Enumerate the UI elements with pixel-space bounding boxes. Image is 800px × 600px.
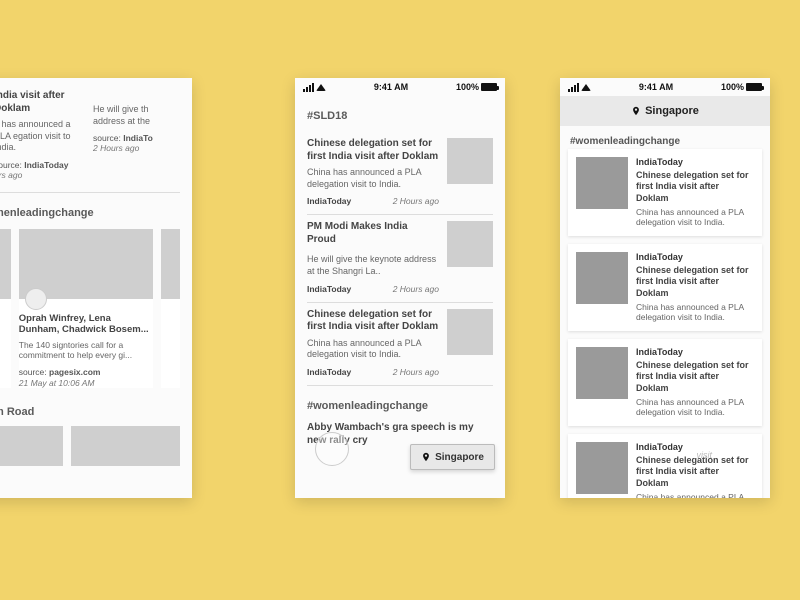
article-thumbnail	[576, 347, 628, 399]
list-item[interactable]: IndiaToday Chinese delegation set for fi…	[568, 434, 762, 498]
article-thumbnail	[447, 309, 493, 355]
article-source: IndiaToday	[307, 196, 351, 206]
cards-row: ation ry raged es.. Oprah Winfrey, Lena …	[0, 229, 180, 388]
article-title: Chinese delegation set for first India v…	[636, 455, 754, 489]
section-hashtag[interactable]: m Road	[0, 406, 180, 418]
article-time: 2 Hours ago	[393, 284, 439, 294]
article-title: India visit after Doklam	[0, 90, 81, 115]
card-title: Oprah Winfrey, Lena Dunham, Chadwick Bos…	[19, 313, 153, 336]
article-source: IndiaToday	[307, 367, 351, 377]
thumbnail[interactable]	[0, 426, 63, 466]
list-item[interactable]: IndiaToday Chinese delegation set for fi…	[568, 339, 762, 426]
article-thumbnail	[447, 138, 493, 184]
card-title: ation ry	[0, 313, 11, 324]
card-snippet: The 140 signtories call for a commitment…	[19, 340, 153, 361]
article-thumbnail	[576, 442, 628, 494]
battery-percent: 100%	[456, 82, 479, 92]
article-title: Chinese delegation set for first India v…	[307, 309, 439, 334]
location-header[interactable]: Singapore	[560, 96, 770, 126]
story-card[interactable]	[161, 229, 180, 388]
article-snippet: China has announced a PLA delegation vis…	[636, 397, 754, 418]
article-source: IndiaToday	[636, 442, 754, 452]
article-title: Chinese delegation set for first India v…	[636, 360, 754, 394]
status-bar: 9:41 AM 100%	[295, 78, 505, 96]
top-article-pair: India visit after Doklam a has announced…	[0, 84, 180, 188]
battery-icon	[746, 83, 762, 91]
signal-icon	[568, 83, 579, 92]
signal-icon	[303, 83, 314, 92]
article-thumbnail	[576, 157, 628, 209]
touch-indicator	[315, 432, 349, 466]
list-item[interactable]: IndiaToday Chinese delegation set for fi…	[568, 149, 762, 236]
section-hashtag[interactable]: #womenleadingchange	[307, 400, 493, 412]
article-title	[93, 90, 180, 100]
article-source: IndiaToday	[307, 284, 351, 294]
mockup-phone-3: 9:41 AM 100% Singapore #womenleadingchan…	[560, 78, 770, 498]
battery-percent: 100%	[721, 82, 744, 92]
article-thumbnail	[447, 221, 493, 267]
wifi-icon	[581, 84, 591, 91]
article-snippet: a has announced a PLA egation visit to I…	[0, 119, 81, 154]
article-title: Chinese delegation set for first India v…	[636, 265, 754, 299]
status-time: 9:41 AM	[374, 82, 408, 92]
article-title: PM Modi Makes India Proud	[307, 221, 439, 246]
battery-icon	[481, 83, 497, 91]
article-time: urs ago	[0, 170, 81, 180]
article-time: 2 Hours ago	[393, 196, 439, 206]
location-chip[interactable]: Singapore	[410, 444, 495, 470]
card-date: 21 May at 10:06 AM	[19, 378, 153, 388]
location-pin-icon	[421, 451, 431, 463]
article-source: IndiaToday	[636, 347, 754, 357]
list-item[interactable]: IndiaToday Chinese delegation set for fi…	[568, 244, 762, 331]
article-title: Chinese delegation set for first India v…	[307, 138, 439, 163]
image-row	[0, 426, 180, 466]
section-hashtag[interactable]: #womenleadingchange	[570, 136, 762, 147]
location-pin-icon	[631, 105, 641, 117]
ghost-label: visit	[697, 450, 713, 460]
article-right[interactable]: He will give th address at the source: I…	[93, 90, 180, 180]
story-card[interactable]: Oprah Winfrey, Lena Dunham, Chadwick Bos…	[19, 229, 153, 388]
article-row[interactable]: PM Modi Makes India Proud He will give t…	[307, 215, 493, 302]
status-bar: 9:41 AM 100%	[560, 78, 770, 96]
article-thumbnail	[576, 252, 628, 304]
card-source: source: pagesix.com	[19, 367, 153, 377]
article-source: IndiaToday	[636, 252, 754, 262]
location-label: Singapore	[435, 452, 484, 463]
card-snippet: raged es..	[0, 328, 11, 339]
article-left[interactable]: India visit after Doklam a has announced…	[0, 90, 81, 180]
article-snippet: China has announced a PLA delegation vis…	[307, 167, 439, 190]
article-snippet: China has announced a PLA delegation vis…	[307, 338, 439, 361]
mockup-phone-1: India visit after Doklam a has announced…	[0, 78, 192, 498]
article-title: Chinese delegation set for first India v…	[636, 170, 754, 204]
thumbnail[interactable]	[71, 426, 180, 466]
story-card[interactable]: ation ry raged es..	[0, 229, 11, 388]
section-hashtag[interactable]: menleadingchange	[0, 207, 180, 219]
mockup-phone-2: 9:41 AM 100% #SLD18 Chinese delegation s…	[295, 78, 505, 498]
article-time: 2 Hours ago	[93, 143, 180, 153]
article-snippet: China has announced a PLA delegation vis…	[636, 302, 754, 323]
location-label: Singapore	[645, 105, 699, 117]
article-snippet: He will give th address at the	[93, 104, 180, 127]
card-image	[0, 229, 11, 299]
wifi-icon	[316, 84, 326, 91]
article-snippet: He will give the keynote address at the …	[307, 254, 439, 277]
card-image	[161, 229, 180, 299]
avatar	[25, 288, 47, 310]
card-image	[19, 229, 153, 299]
article-snippet: China has announced a PLA delegation vis…	[636, 492, 754, 498]
article-snippet: China has announced a PLA delegation vis…	[636, 207, 754, 228]
article-source: IndiaToday	[636, 157, 754, 167]
article-row[interactable]: Chinese delegation set for first India v…	[307, 303, 493, 386]
status-time: 9:41 AM	[639, 82, 673, 92]
article-time: 2 Hours ago	[393, 367, 439, 377]
article-source: source: IndiaTo	[93, 133, 180, 143]
article-row[interactable]: Chinese delegation set for first India v…	[307, 132, 493, 215]
section-hashtag[interactable]: #SLD18	[307, 110, 493, 122]
article-source: source: IndiaToday	[0, 160, 81, 170]
